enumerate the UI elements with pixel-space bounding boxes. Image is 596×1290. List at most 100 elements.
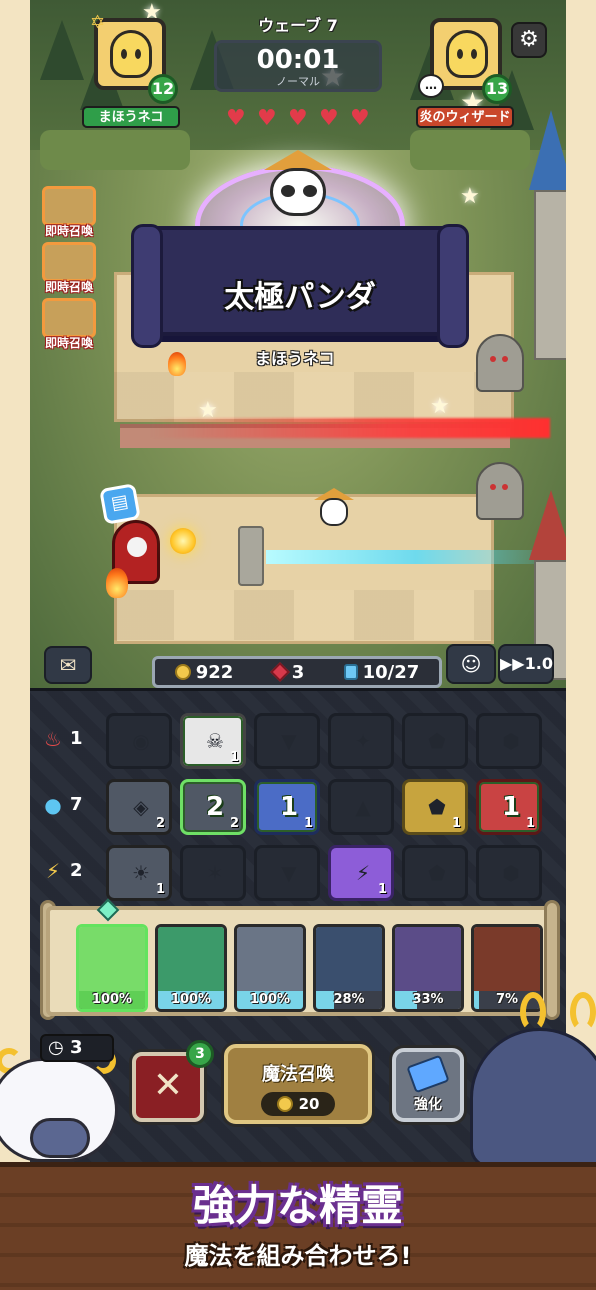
spell-glyph-icon: ☀	[132, 861, 150, 885]
speed-value: 1.0	[524, 654, 553, 673]
instant-summon-item[interactable]: 即時召喚	[40, 242, 98, 298]
unit-portrait	[395, 927, 461, 997]
instant-summon-item[interactable]: 即時召喚	[40, 186, 98, 242]
emote-button[interactable]: ☺	[446, 644, 496, 684]
ruby-value: 3	[291, 661, 305, 683]
unit-portrait	[474, 927, 540, 997]
opponent-name-tag: 炎のウィザード	[416, 106, 514, 128]
slot-count: 1	[377, 882, 387, 897]
instant-summon-item[interactable]: 即時召喚	[40, 298, 98, 354]
spell-glyph-icon: 2	[205, 792, 225, 822]
opponent-level-badge: 13	[482, 74, 512, 104]
sparkle-star: ★	[198, 398, 218, 423]
lightning-spell-slot[interactable]: ⬟	[402, 845, 468, 901]
spell-glyph-icon: ▼	[281, 729, 297, 753]
slot-count: 1	[229, 750, 239, 765]
promo-title: 強力な精霊	[192, 1181, 403, 1230]
horned-monster-mascot	[470, 992, 596, 1172]
tower-roof	[529, 110, 566, 190]
progress-percent: 100%	[170, 992, 212, 1007]
water-element-row: ● 7 ◈ 2 2 2 1 1 ▲ ⬟ 1 1 1	[30, 775, 566, 837]
enemy-ghost	[476, 462, 524, 520]
water-spell-slot[interactable]: 11	[476, 779, 542, 835]
slot-count: 1	[525, 816, 535, 831]
fire-element-row: ♨ 1 ◉ ☠ 1 ▼ ✦ ⬟ ⬢	[30, 709, 566, 771]
unit-card[interactable]: 28%	[313, 924, 385, 1012]
unit-portrait	[79, 927, 145, 997]
unit-counter: 10/27	[343, 662, 419, 683]
spell-glyph-icon: ⬟	[428, 729, 446, 753]
path-tiles	[114, 590, 494, 640]
fire-spell-slot[interactable]: ▼	[254, 713, 320, 769]
unit-thumbnail	[42, 242, 96, 282]
tree	[40, 20, 84, 80]
summon-cost-value: 20	[298, 1095, 320, 1113]
magic-summon-button[interactable]: 魔法召喚 20	[224, 1044, 372, 1124]
speed-button[interactable]: ▶▶1.0	[498, 644, 554, 684]
fire-spell-slot[interactable]: ◉	[106, 713, 172, 769]
upgrade-button[interactable]: 強化	[392, 1048, 464, 1122]
ruby-counter: 3	[269, 661, 305, 683]
water-spell-slot[interactable]: ⬟ 1	[402, 779, 468, 835]
hedge	[410, 130, 530, 170]
hammer-icon	[406, 1054, 450, 1094]
battlefield: 太極パンダ まほうネコ ▤ ★ ★ ★ ★ ★ ★ ♥♥♥♥♥	[30, 0, 566, 690]
unit-portrait	[237, 927, 303, 997]
promo-subtitle: 魔法を組み合わせろ!	[184, 1242, 412, 1270]
lightning-spell-slot[interactable]: ☀ 1	[106, 845, 172, 901]
wave-timer-panel: ウェーブ 7 00:01 ノーマル	[212, 12, 384, 92]
slot-count: 2	[229, 816, 239, 831]
water-spell-slot[interactable]: 11	[254, 779, 320, 835]
chat-bubble-icon[interactable]: …	[418, 74, 444, 98]
cyan-laser-beam	[266, 550, 566, 564]
coin-icon	[174, 664, 191, 680]
wave-timer: 00:01	[256, 45, 340, 75]
spell-glyph-icon: ▼	[281, 861, 297, 885]
light-orb	[170, 528, 196, 554]
water-drop-icon: ●	[44, 793, 62, 817]
unit-card[interactable]: 100%	[76, 924, 148, 1012]
lightning-spell-slot[interactable]: ⚡ 1	[328, 845, 394, 901]
water-spell-slot[interactable]: ◈ 2	[106, 779, 172, 835]
heart-icon: ♥	[226, 106, 246, 131]
unit-portrait	[158, 927, 224, 997]
slot-count: 1	[451, 816, 461, 831]
lightning-spell-slot[interactable]: ▼	[254, 845, 320, 901]
fire-effect	[168, 352, 186, 376]
panda-unit	[312, 488, 356, 528]
sheep-mascot	[0, 1048, 130, 1168]
wave-label: ウェーブ 7	[258, 16, 338, 35]
unit-thumbnail	[42, 186, 96, 226]
slot-count: 1	[303, 816, 313, 831]
summon-banner: 太極パンダ	[131, 224, 469, 348]
water-spell-slot[interactable]: 22	[180, 779, 246, 835]
lightning-icon: ⚡	[45, 859, 61, 883]
lightning-count: 2	[70, 860, 83, 881]
unit-card[interactable]: 100%	[234, 924, 306, 1012]
unit-card[interactable]: 100%	[155, 924, 227, 1012]
player-name-tag: まほうネコ	[82, 106, 180, 128]
timer-box: 00:01 ノーマル	[214, 40, 382, 92]
fire-drop-icon: ♨	[44, 727, 62, 751]
fire-spell-slot[interactable]: ✦	[328, 713, 394, 769]
lightning-spell-slot[interactable]: ✶	[180, 845, 246, 901]
spell-glyph-icon: ◈	[133, 795, 149, 819]
clock-icon: ◷	[48, 1037, 64, 1058]
fire-spell-slot[interactable]: ⬟	[402, 713, 468, 769]
castle-tower	[534, 190, 566, 360]
coin-icon	[276, 1096, 293, 1112]
fire-spell-slot[interactable]: ☠ 1	[180, 713, 246, 769]
lightning-spell-slot[interactable]: ⬢	[476, 845, 542, 901]
summon-owner-name: まほうネコ	[255, 349, 335, 368]
heart-icon: ♥	[257, 106, 277, 131]
spell-glyph-icon: ⬟	[428, 861, 446, 885]
settings-button[interactable]: ⚙	[511, 22, 547, 58]
gold-value: 922	[195, 661, 234, 683]
fire-spell-slot[interactable]: ⬢	[476, 713, 542, 769]
scroll-quest-button[interactable]: ✉	[44, 646, 92, 684]
water-spell-slot[interactable]: ▲	[328, 779, 394, 835]
unit-card[interactable]: 33%	[392, 924, 464, 1012]
spell-glyph-icon: 1	[279, 792, 299, 822]
book-icon: ▤	[99, 483, 141, 525]
instant-summon-label: 即時召喚	[44, 280, 93, 294]
